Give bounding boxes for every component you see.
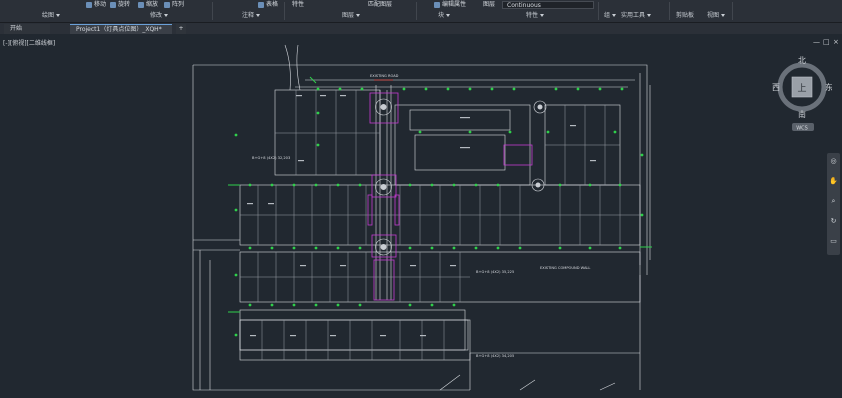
- viewcube-south-label[interactable]: 南: [798, 109, 806, 119]
- panel-block[interactable]: 块: [438, 11, 451, 21]
- drawing-viewport[interactable]: [-][俯视][二维线框] — □ × EXISTING ROAD EXISTI…: [0, 35, 842, 398]
- pan-icon[interactable]: ✋: [829, 177, 838, 186]
- ribbon-separator: [669, 2, 670, 20]
- ribbon-separator: [598, 2, 599, 20]
- match-layer-button[interactable]: 匹配图层: [368, 1, 392, 9]
- panel-clipboard[interactable]: 剪贴板: [676, 11, 694, 21]
- panel-utilities[interactable]: 实用工具: [621, 11, 652, 21]
- array-button[interactable]: 阵列: [164, 1, 184, 9]
- panel-annotation[interactable]: 注释: [242, 11, 261, 21]
- ribbon-separator: [416, 2, 417, 20]
- chevron-down-icon: [256, 14, 261, 17]
- chevron-down-icon: [721, 14, 726, 17]
- layer-properties-button[interactable]: 特性: [292, 1, 304, 9]
- linetype-dropdown[interactable]: Continuous: [502, 1, 594, 9]
- rotate-button[interactable]: 旋转: [110, 1, 130, 9]
- showmotion-icon[interactable]: ▭: [829, 237, 838, 246]
- edit-attributes-button[interactable]: 编辑属性: [434, 1, 466, 9]
- ribbon-tools-row: 移动 旋转 缩放 阵列 表格 特性 匹配图层 编辑属性 图层 Continuou…: [0, 0, 842, 10]
- site-boundary-left: [192, 65, 470, 391]
- tab-document[interactable]: Project1（灯具点位图）_XQH*: [70, 24, 172, 34]
- panel-properties[interactable]: 特性: [526, 11, 545, 21]
- new-tab-button[interactable]: +: [176, 24, 186, 34]
- block-label-c: B+G+8 (4X2) 34,205: [476, 354, 514, 358]
- ribbon-panel-titles: 绘图 修改 注释 图层 块 特性 组 实用工具 剪贴板 视图: [0, 11, 842, 21]
- move-icon: [86, 1, 92, 8]
- road-label-top: EXISTING ROAD: [370, 74, 399, 78]
- navigation-bar: ◎ ✋ ⌕ ↻ ▭: [827, 153, 840, 255]
- panel-groups[interactable]: 组: [604, 11, 617, 21]
- chevron-down-icon: [164, 14, 169, 17]
- array-icon: [164, 1, 170, 8]
- panel-layers[interactable]: 图层: [342, 11, 361, 21]
- panel-modify[interactable]: 修改: [150, 11, 169, 21]
- block-label-b: B+G+8 (4X2) 35,225: [476, 270, 514, 274]
- chevron-down-icon: [647, 14, 652, 17]
- chevron-down-icon: [540, 14, 545, 17]
- tab-start[interactable]: 开始: [4, 24, 50, 34]
- full-navigation-wheel-icon[interactable]: ◎: [829, 157, 838, 166]
- zoom-icon[interactable]: ⌕: [829, 197, 838, 206]
- file-tab-bar: 开始 Project1（灯具点位图）_XQH* +: [0, 23, 842, 34]
- attribute-icon: [434, 1, 440, 8]
- table-icon: [258, 1, 264, 8]
- road-label-mid: EXISTING COMPOUND WALL: [540, 266, 590, 270]
- ribbon-separator: [212, 2, 213, 20]
- scale-button[interactable]: 缩放: [138, 1, 158, 9]
- panel-view[interactable]: 视图: [707, 11, 726, 21]
- ribbon: 移动 旋转 缩放 阵列 表格 特性 匹配图层 编辑属性 图层 Continuou…: [0, 0, 842, 23]
- viewcube-east-label[interactable]: 东: [825, 82, 832, 92]
- ribbon-separator: [732, 2, 733, 20]
- orbit-icon[interactable]: ↻: [829, 217, 838, 226]
- panel-draw[interactable]: 绘图: [42, 11, 61, 21]
- chevron-down-icon: [356, 14, 361, 17]
- viewcube-west-label[interactable]: 西: [772, 83, 780, 92]
- wcs-label[interactable]: WCS: [796, 126, 808, 132]
- block-label-a: B+G+8 (4X2) 32,203: [252, 156, 290, 160]
- viewcube-top-label[interactable]: 上: [797, 83, 806, 94]
- rotate-icon: [110, 1, 116, 8]
- scale-icon: [138, 1, 144, 8]
- layer-state-label[interactable]: 图层: [483, 1, 495, 9]
- ribbon-separator: [284, 2, 285, 20]
- chevron-down-icon: [56, 14, 61, 17]
- table-button[interactable]: 表格: [258, 1, 278, 9]
- chevron-down-icon: [612, 14, 617, 17]
- viewcube[interactable]: 上 北 南 西 东 WCS: [772, 55, 832, 135]
- move-button[interactable]: 移动: [86, 1, 106, 9]
- cad-drawing: EXISTING ROAD EXISTING COMPOUND WALL B+G…: [192, 44, 652, 391]
- viewcube-north-label[interactable]: 北: [798, 56, 806, 65]
- chevron-down-icon: [446, 14, 451, 17]
